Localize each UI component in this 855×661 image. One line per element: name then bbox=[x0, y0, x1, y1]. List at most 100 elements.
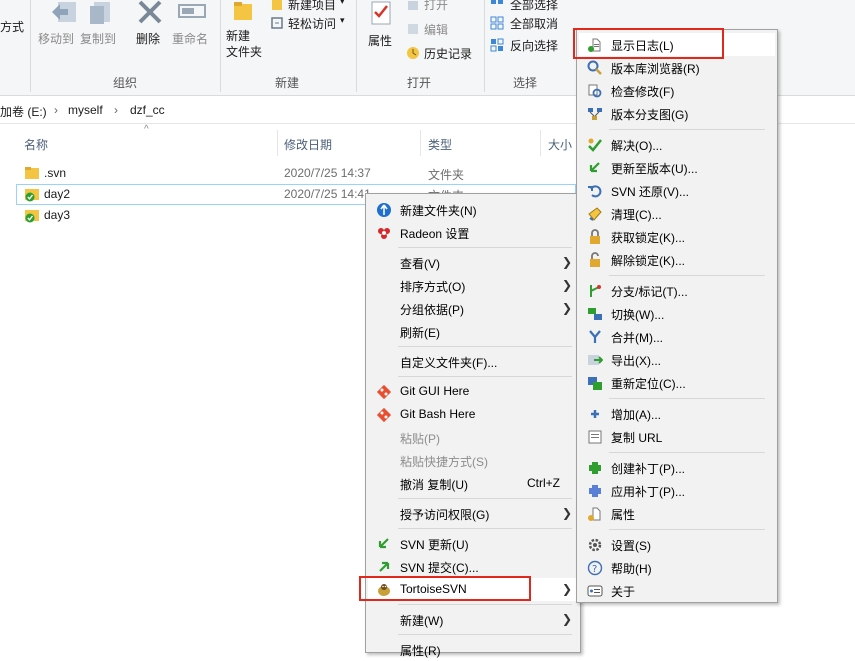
menu-item-update-to-revision[interactable]: 更新至版本(U)... bbox=[579, 156, 775, 179]
git-icon bbox=[376, 407, 392, 423]
tortoisesvn-submenu: 显示日志(L) 版本库浏览器(R) 检查修改(F) 版本分支图(G) 解决(O)… bbox=[576, 29, 778, 603]
select-none-button[interactable]: 全部取消 bbox=[490, 14, 570, 32]
menu-item-export[interactable]: 导出(X)... bbox=[579, 348, 775, 371]
column-header-type[interactable]: 类型 bbox=[428, 136, 452, 153]
resolve-icon bbox=[588, 138, 602, 152]
menu-item-about[interactable]: 关于 bbox=[579, 579, 775, 602]
menu-item-git-gui[interactable]: Git GUI Here bbox=[368, 380, 578, 403]
easy-access-label: 轻松访问 bbox=[288, 17, 337, 31]
create-patch-icon bbox=[589, 462, 601, 474]
menu-item-properties[interactable]: 属性(R) bbox=[368, 638, 578, 661]
column-divider[interactable] bbox=[277, 130, 278, 156]
menu-item-svn-revert[interactable]: SVN 还原(V)... bbox=[579, 179, 775, 202]
breadcrumb-dzf-cc[interactable]: dzf_cc bbox=[130, 103, 165, 117]
menu-item-revision-graph[interactable]: 版本分支图(G) bbox=[579, 102, 775, 125]
menu-separator bbox=[398, 528, 572, 529]
open-button[interactable]: 打开 bbox=[406, 0, 466, 12]
select-group-title: 选择 bbox=[512, 76, 537, 90]
menu-item-merge[interactable]: 合并(M)... bbox=[579, 325, 775, 348]
menu-item-release-lock[interactable]: 解除锁定(K)... bbox=[579, 248, 775, 271]
svn-update-icon bbox=[378, 538, 389, 549]
menu-item-resolve[interactable]: 解决(O)... bbox=[579, 133, 775, 156]
check-modifications-icon bbox=[588, 84, 602, 98]
column-divider[interactable] bbox=[420, 130, 421, 156]
column-header-name[interactable]: 名称 bbox=[24, 136, 48, 153]
rename-label: 重命名 bbox=[172, 32, 209, 46]
menu-item-sort-by[interactable]: 排序方式(O) ❯ bbox=[368, 274, 578, 297]
merge-icon bbox=[589, 330, 601, 343]
menu-item-new[interactable]: 新建(W) ❯ bbox=[368, 608, 578, 631]
properties-button[interactable]: 属性 bbox=[362, 0, 400, 50]
menu-item-branch-tag[interactable]: 分支/标记(T)... bbox=[579, 279, 775, 302]
menu-item-switch[interactable]: 切换(W)... bbox=[579, 302, 775, 325]
invert-selection-button[interactable]: 反向选择 bbox=[490, 36, 570, 54]
menu-item-check-modifications[interactable]: 检查修改(F) bbox=[579, 79, 775, 102]
edit-button[interactable]: 编辑 bbox=[406, 20, 466, 38]
menu-item-copy-url[interactable]: 复制 URL bbox=[579, 425, 775, 448]
menu-item-view[interactable]: 查看(V) ❯ bbox=[368, 251, 578, 274]
menu-item-apply-patch[interactable]: 应用补丁(P)... bbox=[579, 479, 775, 502]
submenu-arrow-icon: ❯ bbox=[562, 612, 573, 626]
menu-item-repo-browser[interactable]: 版本库浏览器(R) bbox=[579, 56, 775, 79]
svn-versioned-folder-icon bbox=[25, 189, 39, 202]
open-label: 打开 bbox=[424, 0, 449, 12]
properties-icon bbox=[371, 1, 391, 25]
menu-item-get-lock[interactable]: 获取锁定(K)... bbox=[579, 225, 775, 248]
easy-access-button[interactable]: 轻松访问 ▾ bbox=[270, 14, 350, 32]
select-all-button[interactable]: 全部选择 bbox=[490, 0, 570, 12]
menu-item-new-folder[interactable]: 新建文件夹(N) bbox=[368, 198, 578, 221]
organize-group-title: 组织 bbox=[112, 76, 137, 90]
unlock-icon bbox=[590, 252, 600, 267]
menu-item-cleanup[interactable]: 清理(C)... bbox=[579, 202, 775, 225]
column-divider[interactable] bbox=[540, 130, 541, 156]
menu-item-give-access[interactable]: 授予访问权限(G) ❯ bbox=[368, 502, 578, 525]
menu-item-add[interactable]: 增加(A)... bbox=[579, 402, 775, 425]
cleanup-icon bbox=[588, 207, 602, 221]
menu-item-svn-properties[interactable]: 属性 bbox=[579, 502, 775, 525]
file-row[interactable]: .svn 2020/7/25 14:37 文件夹 bbox=[16, 163, 576, 184]
move-to-label: 移动到 bbox=[38, 32, 75, 46]
breadcrumb-drive[interactable]: 加卷 (E:) bbox=[0, 103, 47, 120]
menu-item-git-bash[interactable]: Git Bash Here bbox=[368, 403, 578, 426]
svn-versioned-folder-icon bbox=[25, 210, 39, 223]
menu-item-settings[interactable]: 设置(S) bbox=[579, 533, 775, 556]
delete-button[interactable]: 删除 bbox=[134, 0, 166, 46]
copy-to-icon bbox=[90, 2, 110, 24]
dropdown-icon: ▾ bbox=[340, 15, 345, 25]
select-none-label: 全部取消 bbox=[510, 17, 559, 31]
menu-item-relocate[interactable]: 重新定位(C)... bbox=[579, 371, 775, 394]
move-to-icon bbox=[52, 2, 76, 22]
help-icon: ? bbox=[587, 560, 603, 576]
menu-item-help[interactable]: ? 帮助(H) bbox=[579, 556, 775, 579]
menu-item-group-by[interactable]: 分组依据(P) ❯ bbox=[368, 297, 578, 320]
menu-item-customize-folder[interactable]: 自定义文件夹(F)... bbox=[368, 350, 578, 373]
menu-item-create-patch[interactable]: 创建补丁(P)... bbox=[579, 456, 775, 479]
menu-item-undo-copy[interactable]: 撤消 复制(U) Ctrl+Z bbox=[368, 472, 578, 495]
history-label: 历史记录 bbox=[424, 47, 473, 61]
svg-text:?: ? bbox=[592, 564, 597, 575]
column-header-date[interactable]: 修改日期 bbox=[284, 136, 332, 153]
new-item-button[interactable]: 新建项目 ▾ bbox=[270, 0, 350, 12]
file-type: 文件夹 bbox=[428, 168, 465, 182]
breadcrumb-myself[interactable]: myself bbox=[68, 103, 103, 117]
copy-to-button[interactable]: 复制到 bbox=[80, 0, 130, 46]
add-icon bbox=[591, 410, 599, 418]
menu-item-radeon[interactable]: Radeon 设置 bbox=[368, 221, 578, 244]
menu-item-refresh[interactable]: 刷新(E) bbox=[368, 320, 578, 343]
select-none-icon bbox=[490, 16, 504, 30]
copy-to-label: 复制到 bbox=[80, 32, 117, 46]
rename-button[interactable]: 重命名 bbox=[172, 0, 216, 46]
menu-item-paste[interactable]: 粘贴(P) bbox=[368, 426, 578, 449]
new-folder-button[interactable]: 新建 文件夹 bbox=[224, 0, 266, 64]
menu-item-paste-shortcut[interactable]: 粘贴快捷方式(S) bbox=[368, 449, 578, 472]
properties-icon bbox=[588, 507, 601, 521]
easy-access-icon bbox=[271, 17, 283, 29]
update-to-revision-icon bbox=[589, 162, 600, 173]
column-header-size[interactable]: 大小 bbox=[548, 136, 572, 153]
apply-patch-icon bbox=[589, 485, 601, 497]
menu-item-svn-update[interactable]: SVN 更新(U) bbox=[368, 532, 578, 555]
menu-item-svn-commit[interactable]: SVN 提交(C)... bbox=[368, 555, 578, 578]
ribbon-divider bbox=[30, 0, 31, 92]
history-button[interactable]: 历史记录 bbox=[406, 44, 476, 62]
delete-icon bbox=[138, 0, 162, 24]
